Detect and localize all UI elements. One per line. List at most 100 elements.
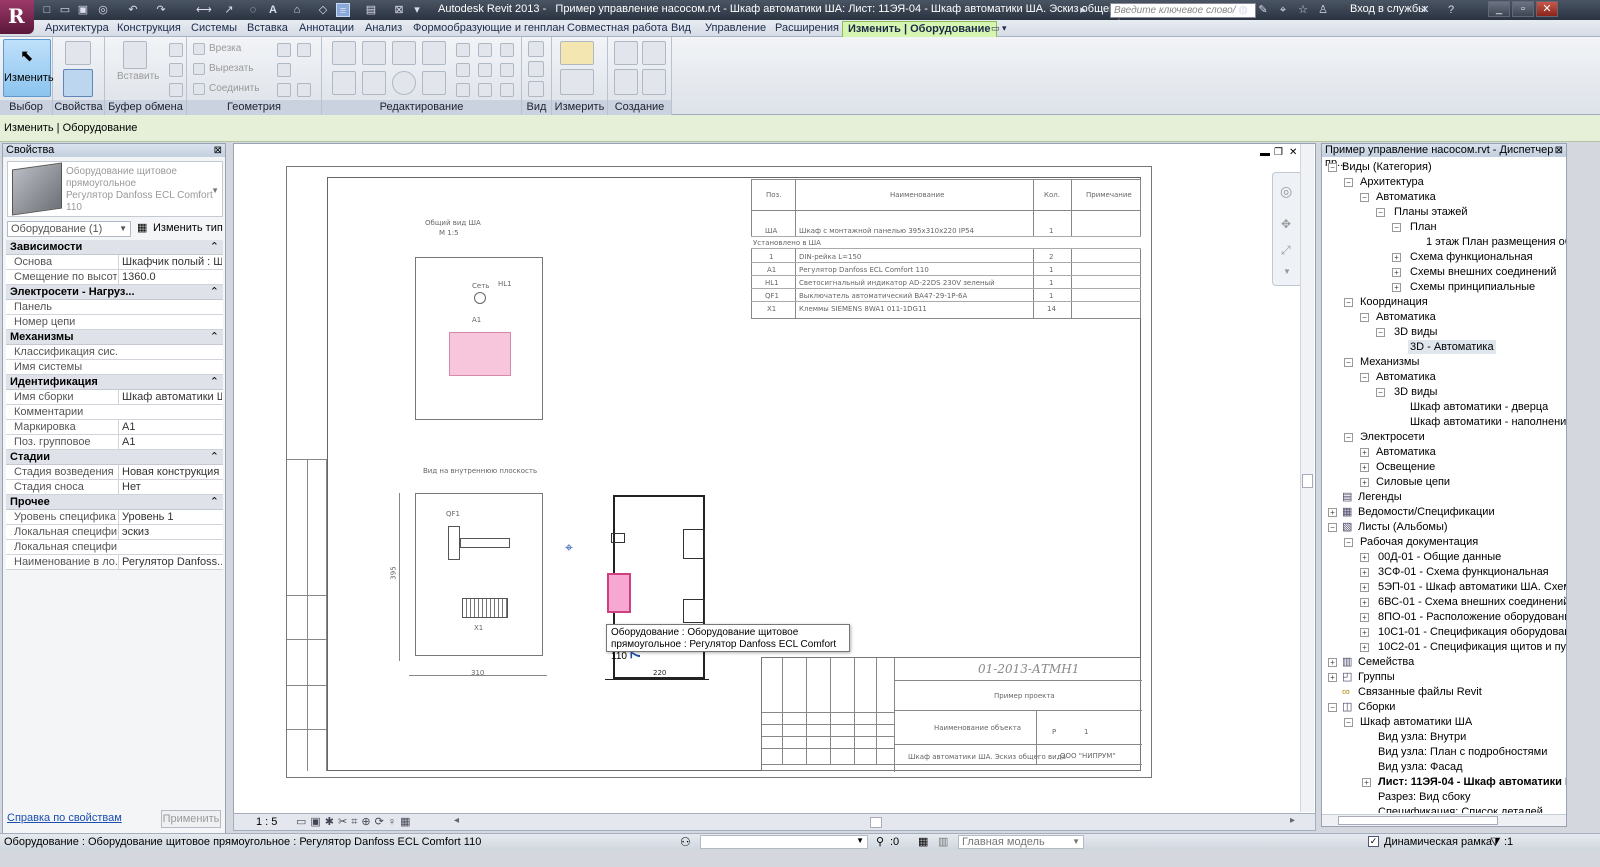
tab-insert[interactable]: Вставка [242,21,293,37]
close-icon[interactable]: ⊠ [1555,144,1563,157]
join-label[interactable]: Соединить [209,83,259,94]
scrollbar-thumb[interactable] [1338,816,1498,825]
3d-view-icon[interactable]: ⌂ [290,3,304,17]
exclude-options-icon[interactable]: ▥ [938,835,948,848]
measure-between-icon[interactable] [560,41,594,65]
subscription-icon[interactable]: ✎ [1256,3,1270,17]
mirror-axis-icon[interactable] [392,41,416,65]
new-icon[interactable]: □ [40,3,54,17]
tree-node[interactable]: Разрез: Вид сбоку [1378,790,1470,804]
tree-node[interactable]: 6ВС-01 - Схема внешних соединений [1378,595,1566,609]
redo-icon[interactable]: ↷ [154,3,168,17]
search-arrow-icon[interactable]: ▸ [1076,3,1090,17]
expand-icon[interactable]: + [1360,553,1369,562]
split-icon[interactable] [456,43,470,57]
tree-node[interactable]: Схемы внешних соединений [1410,265,1556,279]
design-options-icon[interactable]: ▦ [918,835,928,848]
close-button[interactable]: ✕ [1536,1,1558,17]
text-icon[interactable]: A [266,3,280,17]
cope-icon[interactable] [193,43,205,55]
property-row[interactable]: Локальная специфи... эскиз [6,525,223,540]
worksets-icon[interactable]: ⚇ [680,835,691,849]
expand-icon[interactable]: + [1360,583,1369,592]
cutout-label[interactable]: Вырезать [209,63,253,74]
scroll-right-icon[interactable]: ▸ [1290,815,1295,826]
hammer-icon[interactable] [297,83,311,97]
expand-icon[interactable]: + [1328,673,1337,682]
property-row[interactable]: Уровень специфика... Уровень 1 [6,510,223,525]
tab-annotate[interactable]: Аннотации [294,21,359,37]
dimension-icon[interactable]: ↗ [222,3,236,17]
pan-icon[interactable]: ✥ [1281,217,1291,231]
mirror-draw-icon[interactable] [422,41,446,65]
move-handle-icon[interactable]: ⌖ [565,539,573,556]
group-constraints[interactable]: Зависимости ⌃ [6,240,223,255]
browser-horizontal-scrollbar[interactable] [1322,814,1566,826]
collapse-icon[interactable]: − [1360,313,1369,322]
linework-icon[interactable] [528,81,544,97]
create-parts-icon[interactable] [642,41,666,65]
property-row[interactable]: Поз. групповое A1 [6,435,223,450]
group-other[interactable]: Прочее ⌃ [6,495,223,510]
view-close-icon[interactable]: ✕ [1289,147,1297,158]
tree-node[interactable]: Шкаф автоматики ША [1360,715,1472,729]
tag-icon[interactable]: ◌ [246,3,260,17]
paste-icon[interactable] [123,41,147,69]
property-value[interactable]: Регулятор Danfoss... [118,555,222,569]
section-icon[interactable]: ◇ [316,3,330,17]
collapse-icon[interactable]: − [1328,703,1337,712]
property-row[interactable]: Стадия сноса Нет [6,480,223,495]
qat-dropdown-icon[interactable]: ▾ [410,3,424,17]
array-icon[interactable] [456,63,470,77]
save-icon[interactable]: ▣ [76,3,90,17]
tree-node[interactable]: Автоматика [1376,190,1436,204]
demolish-icon[interactable] [277,83,291,97]
property-row[interactable]: Локальная специфи... [6,540,223,555]
view-minimize-icon[interactable]: ▬ [1260,148,1270,159]
tree-node[interactable]: Автоматика [1376,310,1436,324]
tree-node[interactable]: 3СФ-01 - Схема функциональная [1378,565,1549,579]
property-value[interactable]: эскиз [118,525,222,539]
tree-node[interactable]: 3D виды [1394,385,1437,399]
tree-node[interactable]: 5ЭП-01 - Шкаф автоматики ША. Схема эл [1378,580,1566,594]
tree-node[interactable]: Электросети [1360,430,1425,444]
property-row[interactable]: Смещение по высоте 1360.0 [6,270,223,285]
move-icon[interactable] [332,71,356,95]
paint-icon[interactable] [297,43,311,57]
tree-node[interactable]: Сборки [1358,700,1395,714]
minimize-button[interactable]: _ [1488,1,1510,17]
collapse-icon[interactable]: − [1344,538,1353,547]
properties-help-link[interactable]: Справка по свойствам [7,812,122,824]
extend-icon[interactable] [478,83,492,97]
tree-node[interactable]: Спецификация: Список деталей [1378,805,1543,813]
collapse-icon[interactable]: − [1376,328,1385,337]
viewport-inner[interactable]: QF1 X1 [415,493,543,656]
tree-node[interactable]: Автоматика [1376,370,1436,384]
copy-element-icon[interactable] [362,71,386,95]
view-restore-icon[interactable]: ❐ [1274,147,1283,158]
wall-joins-icon[interactable] [277,63,291,77]
dynamic-frame-checkbox[interactable]: ✓ [1368,836,1379,847]
group-phasing[interactable]: Стадии ⌃ [6,450,223,465]
split-gap-icon[interactable] [478,43,492,57]
hide-bulb-icon[interactable] [528,41,544,57]
create-assembly-icon[interactable] [614,41,638,65]
tree-node[interactable]: Вид узла: Фасад [1378,760,1463,774]
chevron-down-icon[interactable]: ▼ [1283,267,1291,276]
expand-icon[interactable]: + [1328,508,1337,517]
tab-addins[interactable]: Расширения [770,21,844,37]
property-row[interactable]: Стадия возведения Новая конструкция [6,465,223,480]
expand-icon[interactable]: + [1360,448,1369,457]
view-scale-selector[interactable]: 1 : 5 [256,816,277,828]
type-selector-preview[interactable]: Оборудование щитовое прямоугольное Регул… [7,161,223,217]
collapse-icon[interactable]: − [1344,178,1353,187]
ribbon-minimize-icon[interactable]: ▭ ▾ [986,21,1012,37]
copy-icon[interactable] [169,63,183,77]
unpin-icon[interactable] [500,63,514,77]
property-value[interactable]: Новая конструкция [118,465,222,479]
tab-collaborate[interactable]: Совместная работа [562,21,673,37]
vertical-scrollbar[interactable] [1300,144,1314,812]
user-icon[interactable]: ♙ [1316,3,1330,17]
expand-icon[interactable]: + [1362,778,1371,787]
pin-icon[interactable] [500,43,514,57]
